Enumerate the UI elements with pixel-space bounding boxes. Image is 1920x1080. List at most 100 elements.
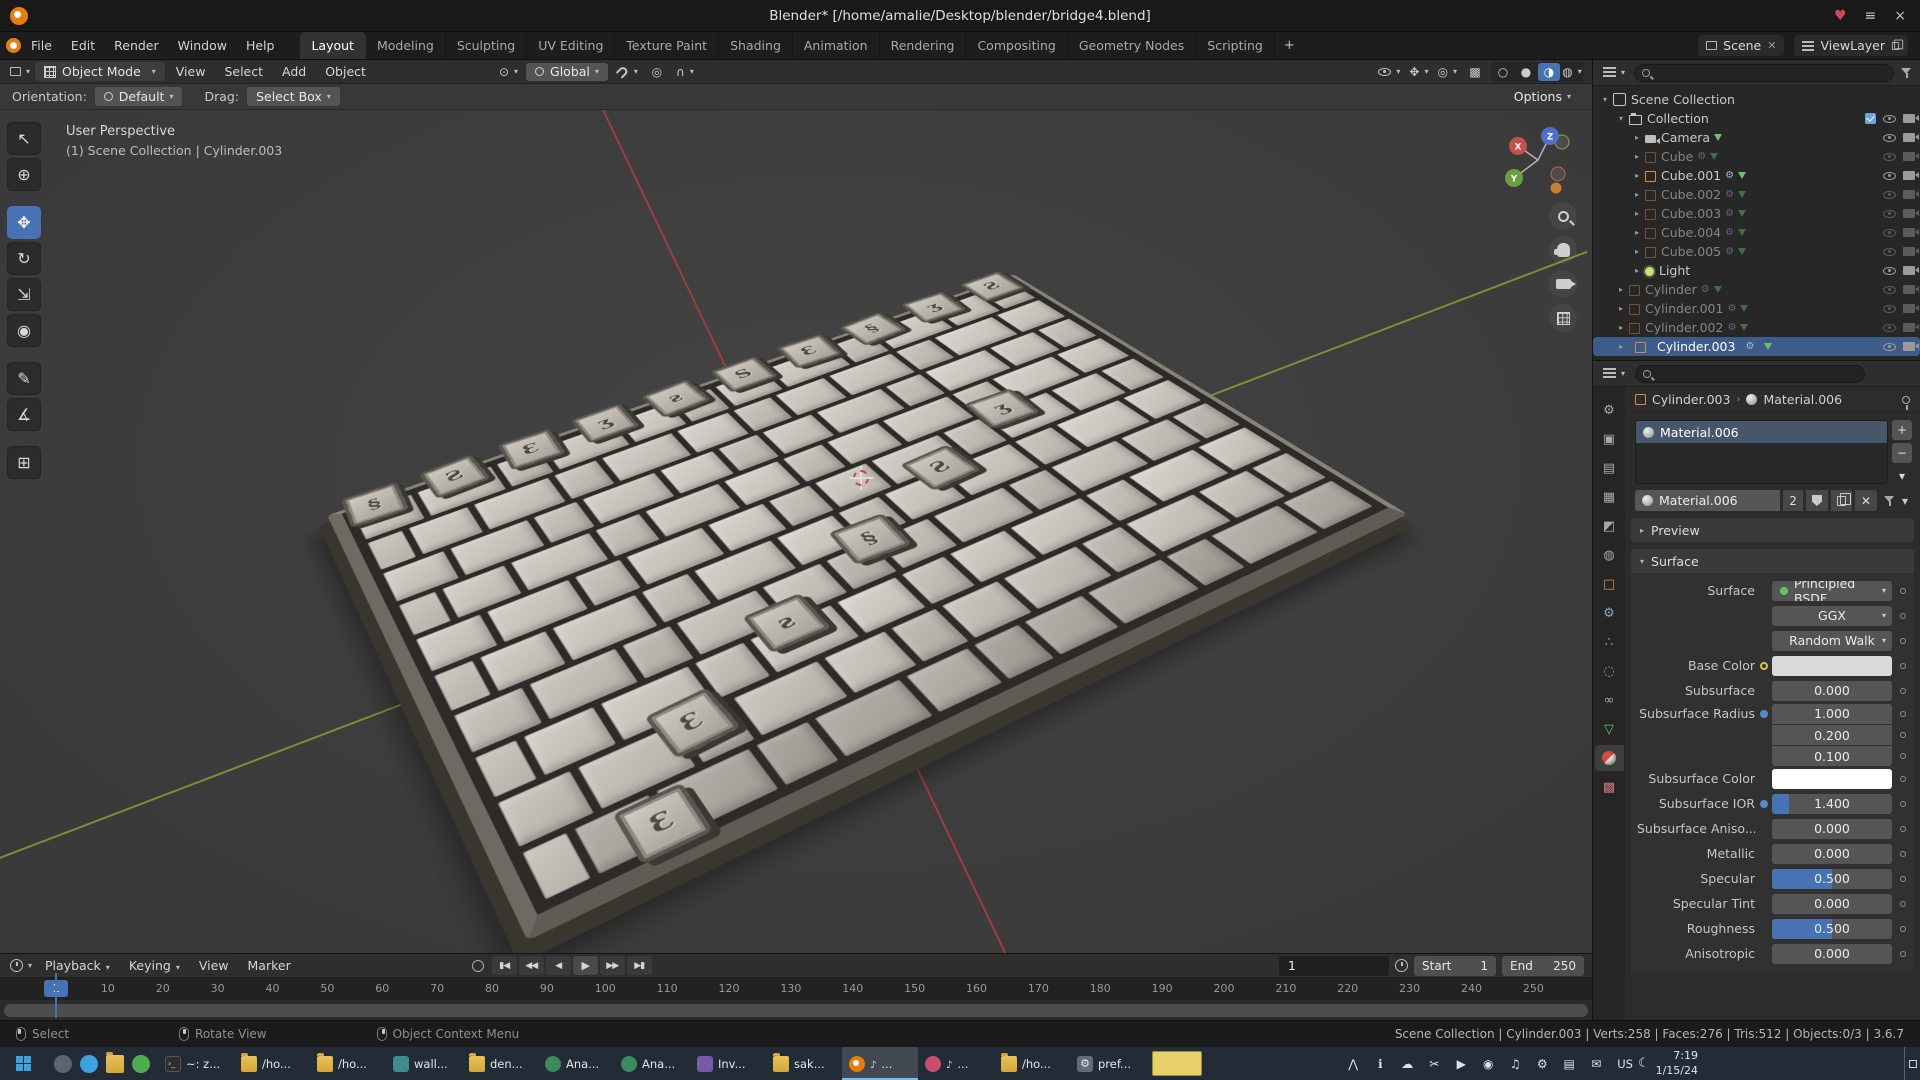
animate-dot[interactable] — [1900, 851, 1906, 857]
tab-compositing[interactable]: Compositing — [966, 32, 1067, 59]
menu-object[interactable]: Object — [317, 62, 374, 81]
add-workspace-button[interactable]: + — [1275, 32, 1304, 59]
view-layer-selector[interactable]: ViewLayer — [1794, 35, 1908, 56]
hide-viewport-icon[interactable] — [1883, 248, 1896, 256]
auto-keyframe-clock-icon[interactable] — [1395, 959, 1408, 972]
tray-record-icon[interactable]: ◉ — [1480, 1057, 1496, 1071]
menu-keying[interactable]: Keying — [121, 956, 188, 975]
outliner-search[interactable] — [1634, 64, 1894, 82]
tab-particles[interactable]: ∴ — [1595, 629, 1624, 655]
zoom-button[interactable] — [1549, 202, 1577, 230]
animate-dot[interactable] — [1900, 613, 1906, 619]
proportional-editing-button[interactable]: ◎ — [646, 63, 668, 81]
tab-uv-editing[interactable]: UV Editing — [527, 32, 615, 59]
animate-dot[interactable] — [1900, 901, 1906, 907]
outliner-row-cube-002[interactable]: ▸Cube.002⚙ — [1593, 185, 1920, 204]
disable-render-icon[interactable] — [1903, 342, 1915, 351]
jump-to-start-button[interactable]: ▮◀ — [492, 956, 517, 975]
animate-dot[interactable] — [1900, 801, 1906, 807]
end-frame-field[interactable]: End250 — [1502, 956, 1584, 976]
taskbar-app-media[interactable]: ... — [918, 1047, 994, 1080]
subsurface-slider[interactable]: 0.000 — [1772, 681, 1892, 701]
disclosure-arrow[interactable]: ▸ — [1615, 342, 1627, 351]
animate-dot[interactable] — [1900, 926, 1906, 932]
disable-render-icon[interactable] — [1903, 266, 1915, 275]
orientation-dropdown[interactable]: Global — [526, 63, 608, 81]
panel-surface[interactable]: ▾Surface — [1631, 549, 1914, 573]
pin-icon[interactable] — [1902, 396, 1910, 404]
auto-keying-icon[interactable] — [472, 960, 484, 972]
disable-render-icon[interactable] — [1903, 304, 1915, 313]
overlays-toggle-button[interactable]: ◎ — [1436, 63, 1460, 81]
subsurface-ior-slider[interactable]: 1.400 — [1772, 794, 1892, 814]
outliner-row-cube-001[interactable]: ▸Cube.001⚙ — [1593, 166, 1920, 185]
add-slot-button[interactable]: + — [1892, 420, 1912, 440]
tab-output[interactable]: ▤ — [1595, 455, 1624, 481]
mode-dropdown[interactable]: Object Mode — [35, 62, 165, 81]
editor-type-button[interactable] — [8, 63, 32, 81]
tab-material[interactable] — [1595, 745, 1624, 771]
outliner-row-cube-005[interactable]: ▸Cube.005⚙ — [1593, 242, 1920, 261]
unlink-material-button[interactable]: ✕ — [1855, 490, 1877, 511]
hide-viewport-icon[interactable] — [1883, 210, 1896, 218]
metallic-slider[interactable]: 0.000 — [1772, 844, 1892, 864]
tab-view-layer[interactable]: ▦ — [1595, 484, 1624, 510]
material-browse-field[interactable]: Material.006 — [1635, 490, 1780, 511]
disclosure-arrow[interactable]: ▸ — [1631, 247, 1643, 256]
disclosure-arrow[interactable]: ▸ — [1631, 171, 1643, 180]
animate-dot[interactable] — [1900, 638, 1906, 644]
breadcrumb-material[interactable]: Material.006 — [1763, 392, 1842, 407]
animate-dot[interactable] — [1900, 826, 1906, 832]
animate-dot[interactable] — [1900, 588, 1906, 594]
disable-render-icon[interactable] — [1903, 190, 1915, 199]
disable-render-icon[interactable] — [1903, 228, 1915, 237]
tab-animation[interactable]: Animation — [793, 32, 880, 59]
current-frame-field[interactable]: 1 — [1279, 956, 1389, 976]
tray-display-icon[interactable]: ▤ — [1561, 1057, 1577, 1071]
tab-constraints[interactable]: ∞ — [1595, 687, 1624, 713]
outliner-row-cube[interactable]: ▸Cube⚙ — [1593, 147, 1920, 166]
disable-render-icon[interactable] — [1903, 152, 1915, 161]
animate-dot[interactable] — [1900, 688, 1906, 694]
tray-info-icon[interactable]: ℹ — [1372, 1057, 1388, 1071]
move-tool[interactable]: ✥ — [7, 206, 41, 239]
hide-viewport-icon[interactable] — [1883, 343, 1896, 351]
menu-window[interactable]: Window — [169, 34, 236, 57]
play-reverse-button[interactable]: ◀ — [546, 956, 571, 975]
transform-pivot-button[interactable]: ⊙ — [497, 63, 520, 81]
prev-keyframe-button[interactable]: ◀◀ — [519, 956, 544, 975]
outliner-row-cube-004[interactable]: ▸Cube.004⚙ — [1593, 223, 1920, 242]
subsurface-radius-x-field[interactable]: 1.000 — [1772, 704, 1892, 724]
outliner-row-light[interactable]: ▸Light — [1593, 261, 1920, 280]
axis-negx-ball[interactable] — [1551, 167, 1565, 181]
tab-object-data[interactable]: ▽ — [1595, 716, 1624, 742]
bridge-model[interactable]: § Ƨ Ɛ ʒ ƨ S Ɛ § ʒ Ƨ Ɛ ƨ § Ƨ ʒ Ɛ — [367, 151, 1309, 879]
menu-add[interactable]: Add — [274, 62, 314, 81]
specular-tint-slider[interactable]: 0.000 — [1772, 894, 1892, 914]
hide-viewport-icon[interactable] — [1883, 305, 1896, 313]
menu-view-timeline[interactable]: View — [191, 956, 237, 975]
cursor-tool[interactable]: ⊕ — [7, 158, 41, 191]
scale-tool[interactable]: ⇲ — [7, 278, 41, 311]
subsurface-radius-y-field[interactable]: 0.200 — [1772, 725, 1892, 745]
shading-wireframe-button[interactable]: ○ — [1492, 63, 1514, 81]
menu-file[interactable]: File — [22, 34, 61, 57]
filter-icon[interactable] — [1901, 68, 1912, 78]
taskbar-clock[interactable]: 7:19 1/15/24 — [1650, 1047, 1704, 1080]
disclosure-arrow[interactable]: ▸ — [1615, 285, 1627, 294]
hide-viewport-icon[interactable] — [1883, 267, 1896, 275]
drag-setting-dropdown[interactable]: Select Box — [247, 87, 340, 106]
axis-extra-ball[interactable] — [1551, 183, 1562, 194]
gizmos-toggle-button[interactable]: ✥ — [1407, 63, 1430, 81]
slot-specials-button[interactable]: ▾ — [1892, 466, 1912, 486]
outliner-row-cylinder[interactable]: ▸Cylinder⚙ — [1593, 280, 1920, 299]
panel-preview[interactable]: ▸Preview — [1631, 518, 1914, 542]
outliner-row-scene-collection[interactable]: ▾Scene Collection — [1593, 90, 1920, 109]
disable-render-icon[interactable] — [1903, 285, 1915, 294]
disable-render-icon[interactable] — [1903, 171, 1915, 180]
tab-tool[interactable]: ⚙ — [1595, 397, 1624, 423]
disable-render-icon[interactable] — [1903, 209, 1915, 218]
disclosure-arrow[interactable]: ▸ — [1615, 304, 1627, 313]
animate-dot[interactable] — [1900, 732, 1906, 738]
taskbar-app-anaconda-2[interactable]: Ana... — [614, 1047, 690, 1080]
